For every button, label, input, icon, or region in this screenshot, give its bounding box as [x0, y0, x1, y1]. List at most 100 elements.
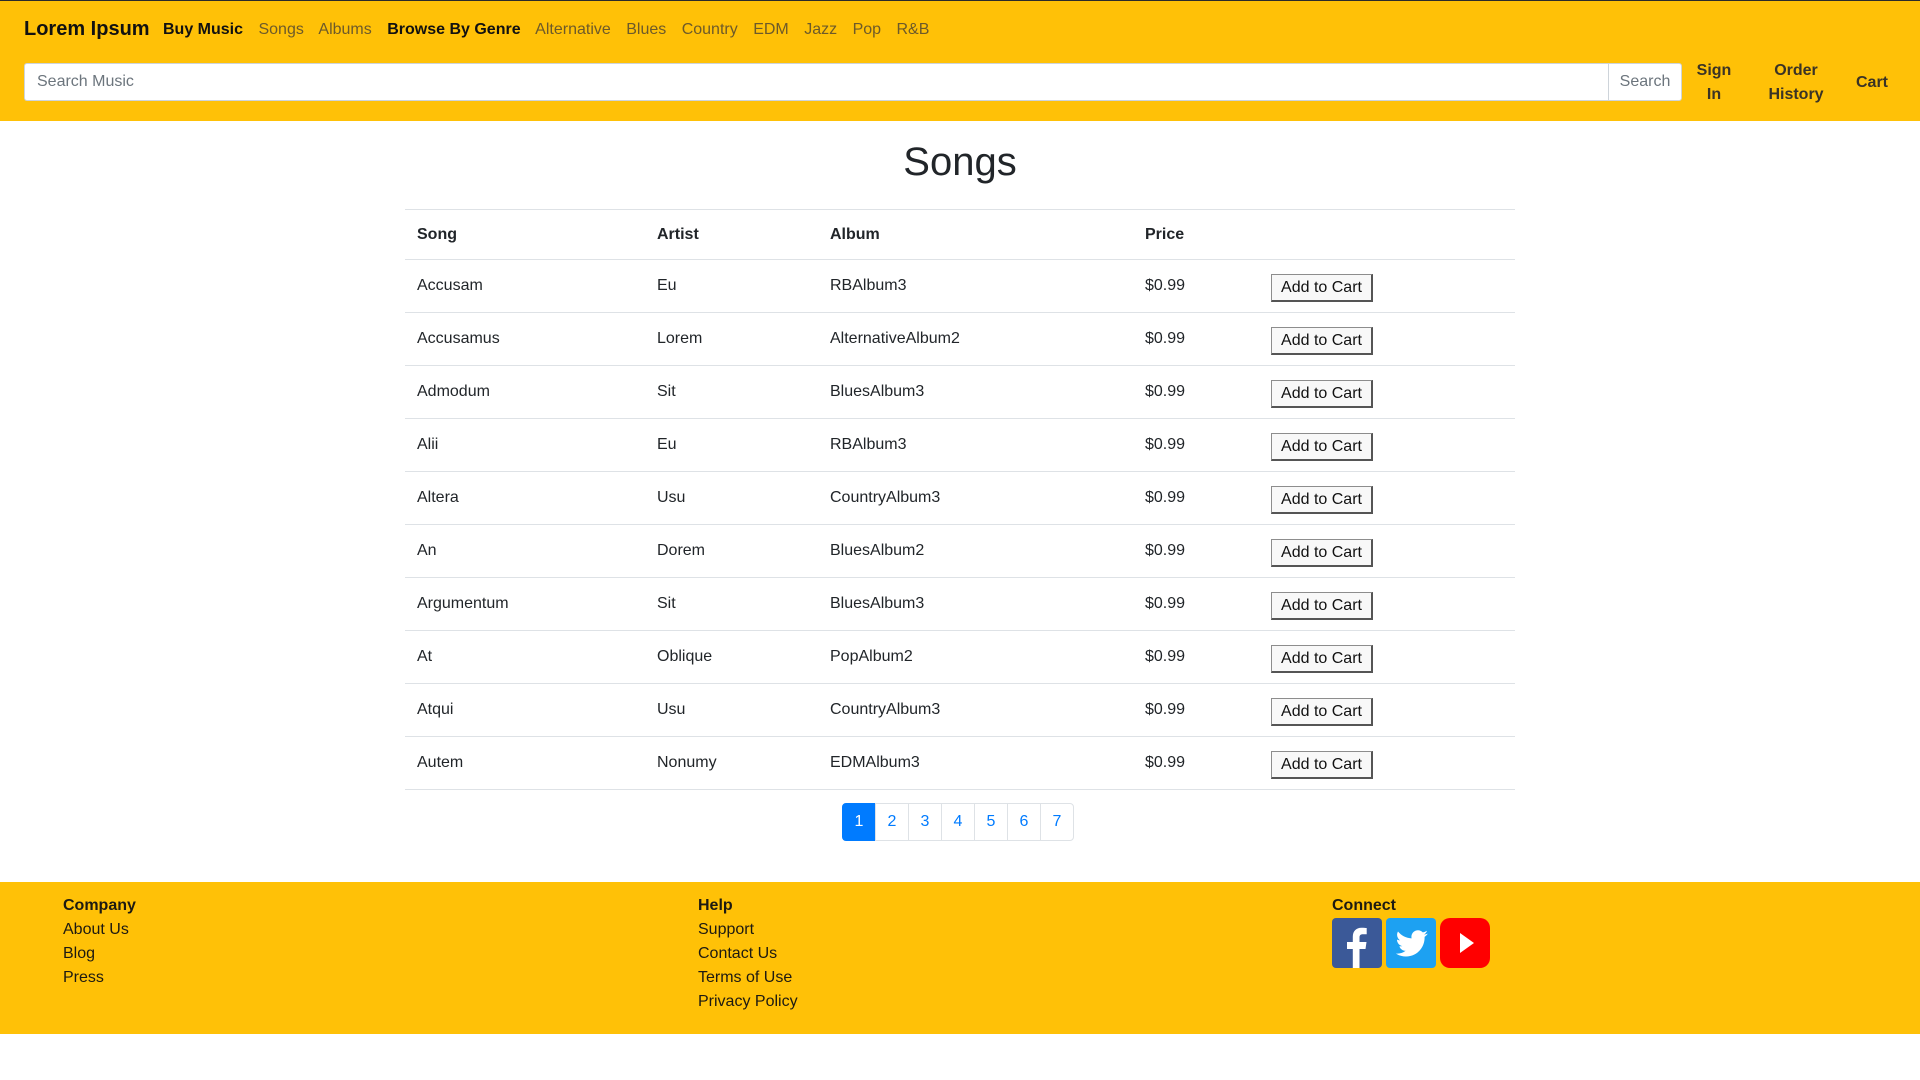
song-artist: Sit [645, 365, 818, 419]
song-price: $0.99 [1133, 312, 1259, 366]
page-link-6[interactable]: 6 [1007, 803, 1041, 841]
footer-link-privacy-policy[interactable]: Privacy Policy [698, 990, 798, 1014]
nav-songs[interactable]: Songs [258, 21, 303, 38]
add-to-cart-button[interactable]: Add to Cart [1271, 274, 1373, 302]
song-price: $0.99 [1133, 736, 1259, 790]
song-title: Accusam [405, 259, 645, 313]
footer-connect-heading: Connect [1332, 897, 1396, 914]
nav-genre-edm[interactable]: EDM [753, 21, 789, 38]
songs-table: Song Artist Album Price Accusam Eu RBAlb… [405, 209, 1515, 790]
song-title: Accusamus [405, 312, 645, 366]
song-actions: Add to Cart [1259, 312, 1515, 366]
nav-genre-alternative[interactable]: Alternative [535, 21, 611, 38]
page-link-3[interactable]: 3 [908, 803, 942, 841]
page-link-4[interactable]: 4 [941, 803, 975, 841]
song-price: $0.99 [1133, 524, 1259, 578]
footer-connect-column: Connect [1332, 894, 1490, 968]
add-to-cart-button[interactable]: Add to Cart [1271, 751, 1373, 779]
order-history-link[interactable]: Order History [1762, 59, 1830, 107]
footer-link-support[interactable]: Support [698, 918, 798, 942]
footer-link-blog[interactable]: Blog [63, 942, 136, 966]
table-row: Atqui Usu CountryAlbum3 $0.99 Add to Car… [405, 683, 1515, 737]
footer-link-contact-us[interactable]: Contact Us [698, 942, 798, 966]
footer-company-column: Company About Us Blog Press [63, 894, 136, 990]
nav-genre-blues[interactable]: Blues [626, 21, 666, 38]
footer-link-about-us[interactable]: About Us [63, 918, 136, 942]
footer-company-heading: Company [63, 897, 136, 914]
song-title: An [405, 524, 645, 578]
song-actions: Add to Cart [1259, 577, 1515, 631]
facebook-icon[interactable] [1332, 918, 1382, 968]
page-link-2[interactable]: 2 [875, 803, 909, 841]
twitter-icon[interactable] [1386, 918, 1436, 968]
song-album: BluesAlbum3 [818, 365, 1133, 419]
song-actions: Add to Cart [1259, 524, 1515, 578]
song-album: CountryAlbum3 [818, 471, 1133, 525]
add-to-cart-button[interactable]: Add to Cart [1271, 592, 1373, 620]
song-title: Alii [405, 418, 645, 472]
column-header-price: Price [1133, 209, 1259, 260]
table-row: Altera Usu CountryAlbum3 $0.99 Add to Ca… [405, 471, 1515, 525]
cart-link[interactable]: Cart [1852, 71, 1892, 95]
song-artist: Sit [645, 577, 818, 631]
page-link-5[interactable]: 5 [974, 803, 1008, 841]
nav-browse-by-genre[interactable]: Browse By Genre [387, 21, 520, 38]
song-title: Atqui [405, 683, 645, 737]
pagination: 1 2 3 4 5 6 7 [842, 803, 1074, 841]
sign-in-link[interactable]: Sign In [1694, 59, 1734, 107]
sign-in-label-line1: Sign [1696, 62, 1732, 79]
add-to-cart-button[interactable]: Add to Cart [1271, 645, 1373, 673]
nav-genre-jazz[interactable]: Jazz [804, 21, 837, 38]
main-nav: Buy Music Songs Albums Browse By Genre A… [163, 21, 940, 39]
song-title: Admodum [405, 365, 645, 419]
nav-genre-country[interactable]: Country [682, 21, 738, 38]
add-to-cart-button[interactable]: Add to Cart [1271, 486, 1373, 514]
search-button[interactable]: Search [1608, 63, 1682, 101]
site-header: Lorem Ipsum Buy Music Songs Albums Brows… [0, 1, 1920, 121]
song-album: PopAlbum2 [818, 630, 1133, 684]
column-header-actions [1259, 209, 1515, 260]
nav-buy-music[interactable]: Buy Music [163, 21, 243, 38]
page-title: Songs [903, 140, 1017, 184]
song-album: EDMAlbum3 [818, 736, 1133, 790]
song-album: RBAlbum3 [818, 418, 1133, 472]
song-artist: Eu [645, 418, 818, 472]
song-album: AlternativeAlbum2 [818, 312, 1133, 366]
youtube-icon[interactable] [1440, 918, 1490, 968]
song-price: $0.99 [1133, 259, 1259, 313]
footer-help-column: Help Support Contact Us Terms of Use Pri… [698, 894, 798, 1014]
nav-albums[interactable]: Albums [318, 21, 371, 38]
add-to-cart-button[interactable]: Add to Cart [1271, 698, 1373, 726]
brand-logo[interactable]: Lorem Ipsum [24, 18, 150, 41]
song-actions: Add to Cart [1259, 683, 1515, 737]
song-price: $0.99 [1133, 630, 1259, 684]
song-album: BluesAlbum2 [818, 524, 1133, 578]
page-link-7[interactable]: 7 [1040, 803, 1074, 841]
song-price: $0.99 [1133, 577, 1259, 631]
add-to-cart-button[interactable]: Add to Cart [1271, 433, 1373, 461]
column-header-song: Song [405, 209, 645, 260]
song-title: Argumentum [405, 577, 645, 631]
add-to-cart-button[interactable]: Add to Cart [1271, 539, 1373, 567]
song-actions: Add to Cart [1259, 630, 1515, 684]
footer-link-press[interactable]: Press [63, 966, 136, 990]
page-link-1[interactable]: 1 [842, 803, 876, 841]
search-input[interactable] [24, 63, 1608, 101]
song-price: $0.99 [1133, 683, 1259, 737]
table-row: An Dorem BluesAlbum2 $0.99 Add to Cart [405, 524, 1515, 578]
nav-genre-pop[interactable]: Pop [853, 21, 881, 38]
table-row: Alii Eu RBAlbum3 $0.99 Add to Cart [405, 418, 1515, 472]
song-artist: Usu [645, 471, 818, 525]
song-title: At [405, 630, 645, 684]
footer-link-terms-of-use[interactable]: Terms of Use [698, 966, 798, 990]
song-artist: Nonumy [645, 736, 818, 790]
search-bar: Search [24, 63, 1682, 101]
table-header-row: Song Artist Album Price [405, 209, 1515, 260]
song-price: $0.99 [1133, 418, 1259, 472]
column-header-artist: Artist [645, 209, 818, 260]
nav-genre-rnb[interactable]: R&B [896, 21, 929, 38]
add-to-cart-button[interactable]: Add to Cart [1271, 327, 1373, 355]
song-artist: Usu [645, 683, 818, 737]
add-to-cart-button[interactable]: Add to Cart [1271, 380, 1373, 408]
song-actions: Add to Cart [1259, 736, 1515, 790]
